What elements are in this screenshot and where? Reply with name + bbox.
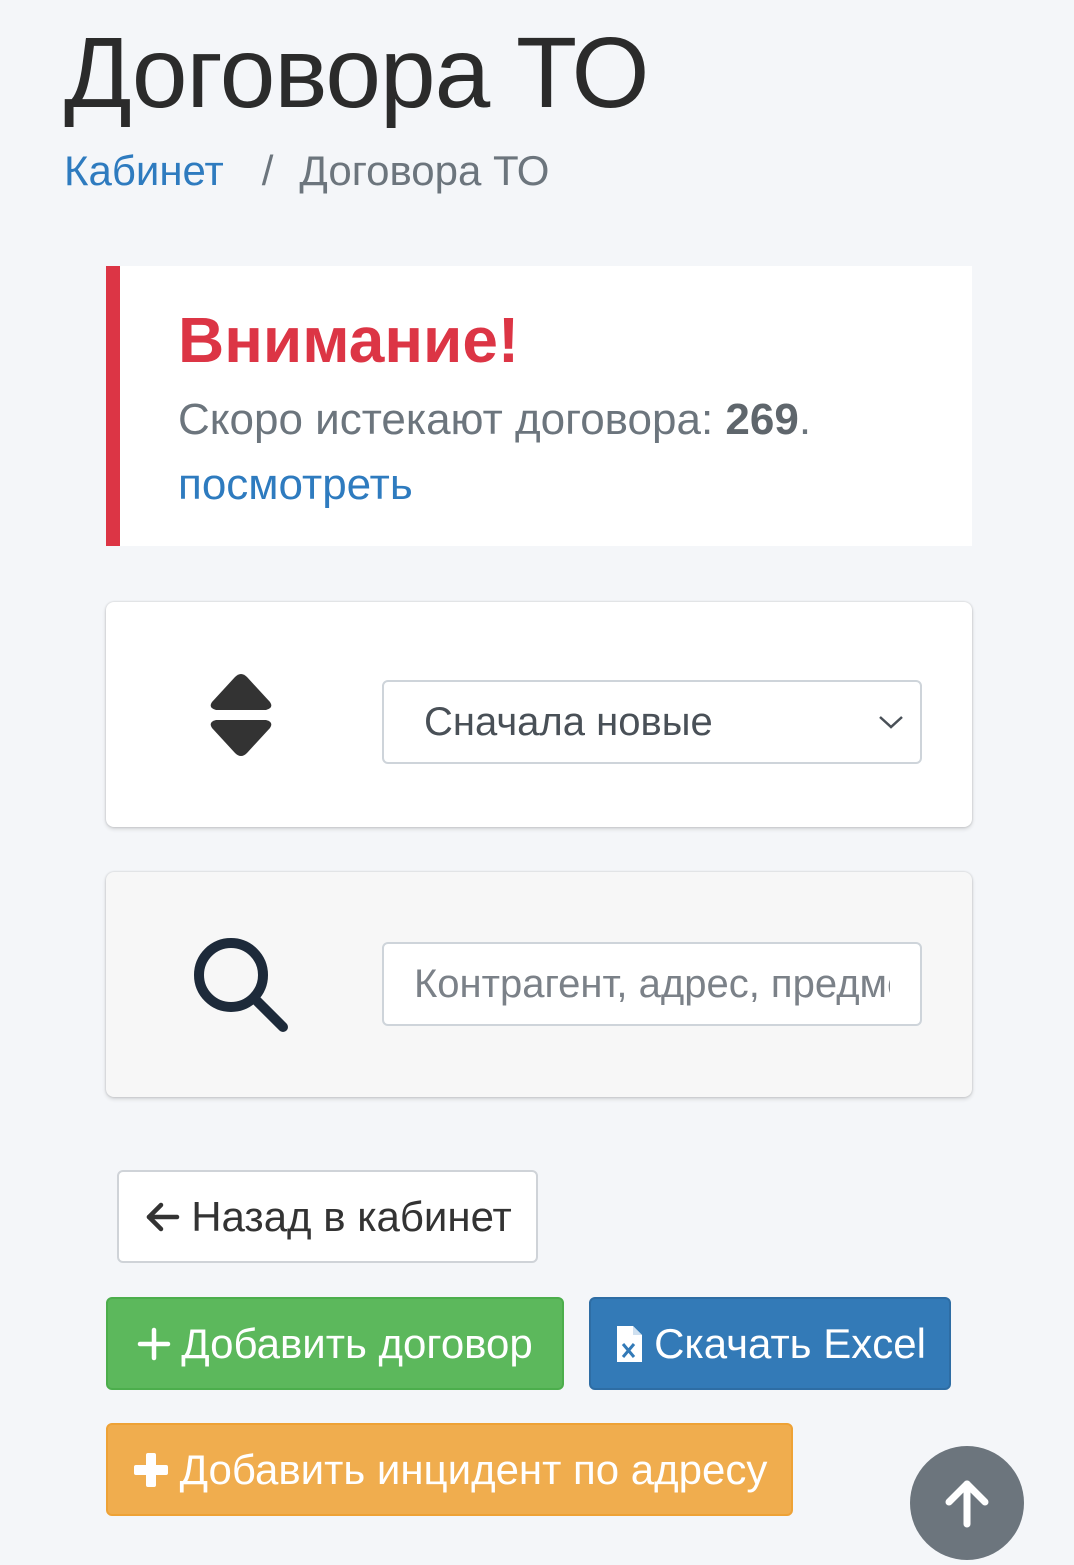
breadcrumb-separator: / [261,147,274,194]
add-incident-button[interactable]: Добавить инцидент по адресу [106,1423,793,1516]
chevron-down-icon [879,716,903,729]
scroll-to-top-button[interactable] [910,1446,1024,1560]
search-input[interactable] [382,942,922,1026]
alert-heading: Внимание! [178,304,520,376]
breadcrumb-home-link[interactable]: Кабинет [64,146,224,196]
plus-icon [137,1327,171,1361]
alert-message: Скоро истекают договора: 269. [178,392,972,447]
add-contract-button[interactable]: Добавить договор [106,1297,564,1390]
plus-icon [132,1451,170,1489]
breadcrumb-current: Договора ТО [299,147,550,194]
back-to-cabinet-button[interactable]: Назад в кабинет [117,1170,538,1263]
search-icon [186,930,296,1040]
alert-message-suffix: . [798,394,812,444]
search-card [106,872,972,1097]
sort-select[interactable]: Сначала новые [382,680,922,764]
download-excel-button[interactable]: Скачать Excel [589,1297,951,1390]
sort-card: Сначала новые [106,602,972,827]
alert-count: 269 [725,394,799,444]
breadcrumb: Кабинет / Договора ТО [64,146,549,196]
excel-button-label: Скачать Excel [654,1319,926,1367]
add-contract-label: Добавить договор [181,1319,533,1367]
add-incident-label: Добавить инцидент по адресу [179,1445,768,1493]
alert-view-link[interactable]: посмотреть [178,459,972,512]
file-excel-icon [614,1324,644,1364]
sort-icon [186,660,296,770]
page-title: Договора ТО [64,17,649,129]
arrow-left-icon [143,1201,181,1233]
alert-message-text: Скоро истекают договора: [178,394,726,444]
expiring-contracts-alert: Внимание! Скоро истекают договора: 269. … [106,266,972,546]
sort-select-value: Сначала новые [424,699,713,744]
back-button-label: Назад в кабинет [191,1192,512,1240]
arrow-up-icon [945,1480,989,1528]
